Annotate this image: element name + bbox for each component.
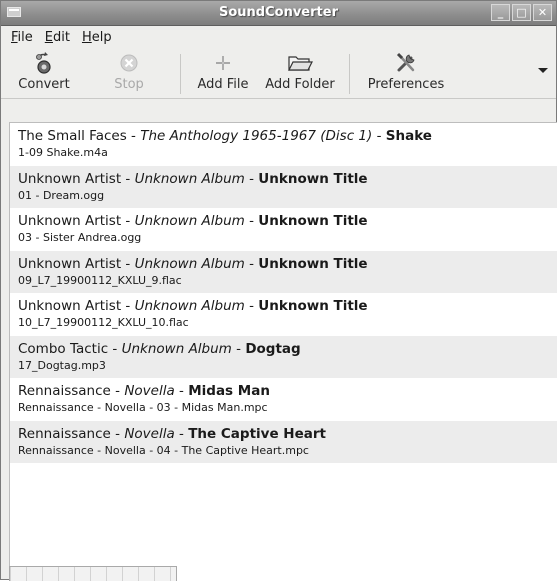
stop-label: Stop <box>114 77 144 92</box>
artist-name: Combo Tactic <box>18 340 109 357</box>
window-controls: _ □ ✕ <box>491 4 552 21</box>
file-name: 09_L7_19900112_KXLU_9.flac <box>18 273 182 287</box>
add-folder-label: Add Folder <box>265 77 335 92</box>
file-row[interactable]: Rennaissance - Novella - The Captive Hea… <box>10 420 557 463</box>
convert-label: Convert <box>18 77 70 92</box>
artist-name: Unknown Artist <box>18 170 122 187</box>
album-name: Novella <box>124 383 175 399</box>
menu-edit-mnemonic: E <box>44 29 53 45</box>
track-title: Midas Man <box>188 383 270 399</box>
menu-file-label: ile <box>17 29 33 45</box>
toolbar: Convert Stop Add File Add Folder Prefere… <box>1 48 556 99</box>
file-row[interactable]: Unknown Artist - Unknown Album - Unknown… <box>10 165 557 208</box>
toolbar-separator <box>349 54 350 94</box>
track-info: Rennaissance - Novella - The Captive Hea… <box>18 425 326 442</box>
track-info: Unknown Artist - Unknown Album - Unknown… <box>18 255 368 272</box>
minimize-icon: _ <box>497 6 504 19</box>
album-name: Novella <box>124 425 175 442</box>
menu-edit-label: dit <box>53 29 70 45</box>
close-icon: ✕ <box>537 6 548 19</box>
album-name: Unknown Album <box>134 255 245 272</box>
progress-bar <box>9 566 177 581</box>
toolbar-separator <box>180 54 181 94</box>
track-title: Unknown Title <box>258 213 368 229</box>
title-bar[interactable]: SoundConverter _ □ ✕ <box>1 1 556 26</box>
track-title: Dogtag <box>245 340 301 357</box>
album-name: Unknown Album <box>134 170 245 187</box>
file-name: 1-09 Shake.m4a <box>18 146 108 159</box>
maximize-button[interactable]: □ <box>512 4 531 21</box>
menu-help[interactable]: Help <box>76 30 118 45</box>
minimize-button[interactable]: _ <box>491 4 510 21</box>
file-row[interactable]: The Small Faces - The Anthology 1965-196… <box>10 123 557 166</box>
track-info: Unknown Artist - Unknown Album - Unknown… <box>18 170 368 187</box>
artist-name: Rennaissance <box>18 383 111 399</box>
track-info: Combo Tactic - Unknown Album - Dogtag <box>18 340 301 357</box>
album-name: Unknown Album <box>121 340 232 357</box>
window-title: SoundConverter <box>219 5 338 20</box>
folder-icon <box>287 50 313 76</box>
album-name: Unknown Album <box>134 298 245 314</box>
track-title: Unknown Title <box>258 255 368 272</box>
artist-name: Unknown Artist <box>18 298 122 314</box>
menu-edit[interactable]: Edit <box>39 30 76 45</box>
convert-icon <box>31 50 57 76</box>
track-info: Unknown Artist - Unknown Album - Unknown… <box>18 298 368 314</box>
track-info: Unknown Artist - Unknown Album - Unknown… <box>18 213 368 229</box>
artist-name: The Small Faces <box>18 128 127 144</box>
app-window: SoundConverter _ □ ✕ File Edit Help Conv… <box>0 0 557 581</box>
track-title: Shake <box>385 128 432 144</box>
file-row[interactable]: Rennaissance - Novella - Midas Man Rennai… <box>10 378 557 421</box>
preferences-button[interactable]: Preferences <box>359 50 453 92</box>
track-title: The Captive Heart <box>188 425 326 442</box>
add-folder-button[interactable]: Add Folder <box>256 50 344 92</box>
album-name: Unknown Album <box>134 213 245 229</box>
file-list[interactable]: The Small Faces - The Anthology 1965-196… <box>9 122 557 581</box>
file-name: 10_L7_19900112_KXLU_10.flac <box>18 316 189 329</box>
track-title: Unknown Title <box>258 298 368 314</box>
add-file-label: Add File <box>197 77 249 92</box>
file-row[interactable]: Unknown Artist - Unknown Album - Unknown… <box>10 208 557 251</box>
tools-icon <box>394 50 418 76</box>
toolbar-overflow-icon[interactable] <box>538 68 548 73</box>
close-button[interactable]: ✕ <box>533 4 552 21</box>
file-row[interactable]: Unknown Artist - Unknown Album - Unknown… <box>10 293 557 336</box>
add-file-button[interactable]: Add File <box>190 50 256 92</box>
track-info: Rennaissance - Novella - Midas Man <box>18 383 270 399</box>
convert-button[interactable]: Convert <box>1 50 87 92</box>
artist-name: Unknown Artist <box>18 255 122 272</box>
file-name: 01 - Dream.ogg <box>18 188 105 202</box>
file-name: 03 - Sister Andrea.ogg <box>18 231 142 244</box>
maximize-icon: □ <box>516 6 527 19</box>
menu-file[interactable]: File <box>5 30 39 45</box>
menu-help-mnemonic: H <box>81 29 92 45</box>
file-row[interactable]: Combo Tactic - Unknown Album - Dogtag 17_… <box>10 335 557 378</box>
album-name: The Anthology 1965-1967 (Disc 1) <box>140 128 373 144</box>
add-file-icon <box>213 50 233 76</box>
menu-help-label: elp <box>91 29 112 45</box>
file-name: Rennaissance - Novella - 04 - The Captiv… <box>18 443 309 457</box>
file-name: Rennaissance - Novella - 03 - Midas Man.… <box>18 401 268 414</box>
stop-icon <box>118 50 140 76</box>
stop-button[interactable]: Stop <box>87 50 171 92</box>
track-info: The Small Faces - The Anthology 1965-196… <box>18 128 432 144</box>
file-name: 17_Dogtag.mp3 <box>18 358 106 372</box>
artist-name: Rennaissance <box>18 425 111 442</box>
file-row[interactable]: Unknown Artist - Unknown Album - Unknown… <box>10 250 557 293</box>
preferences-label: Preferences <box>367 77 445 92</box>
track-title: Unknown Title <box>258 170 368 187</box>
menu-bar: File Edit Help <box>1 26 556 48</box>
artist-name: Unknown Artist <box>18 213 122 229</box>
